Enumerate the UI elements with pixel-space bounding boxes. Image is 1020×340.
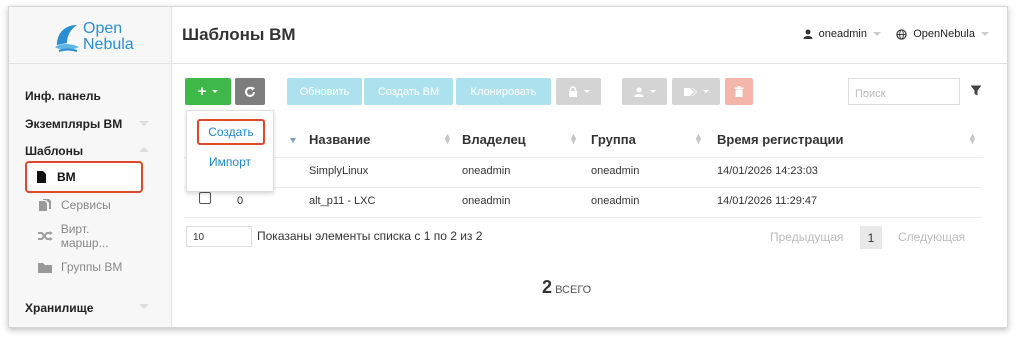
chevron-down-icon[interactable] [139, 304, 149, 309]
row-checkbox[interactable] [199, 192, 211, 204]
showing-entries-text: Показаны элементы списка с 1 по 2 из 2 [257, 229, 483, 243]
sidebar-item-vms[interactable]: Экземпляры ВМ [25, 117, 122, 131]
total-label: ВСЕГО [555, 284, 592, 296]
sidebar-item-virtual-routers[interactable]: Вирт. маршр... [31, 222, 139, 250]
user-icon [634, 87, 643, 97]
sort-icon[interactable]: ▲ ▼ [443, 132, 452, 146]
chevron-down-icon[interactable] [139, 121, 149, 126]
create-dropdown-menu: Создать Импорт [186, 110, 274, 192]
total-count: 2 ВСЕГО [542, 277, 591, 298]
template-name: alt_p11 - LXC [309, 195, 376, 207]
total-number: 2 [542, 277, 553, 297]
chevron-down-icon [583, 90, 590, 93]
sidebar-item-vm-groups[interactable]: Группы ВМ [31, 253, 139, 281]
globe-icon [896, 28, 907, 40]
chevron-up-icon[interactable] [139, 147, 149, 152]
template-group: oneadmin [591, 195, 640, 207]
files-icon [39, 199, 51, 211]
filter-icon[interactable] [970, 85, 982, 97]
folder-icon [38, 263, 52, 273]
import-menu-item[interactable]: Импорт [187, 155, 273, 169]
chevron-down-icon [212, 90, 219, 93]
user-menu[interactable]: oneadmin [803, 28, 881, 40]
chevron-down-icon [703, 90, 709, 93]
column-header-owner[interactable]: Владелец [462, 132, 526, 147]
clone-button[interactable]: Клонировать [456, 78, 551, 105]
update-button[interactable]: Обновить [287, 78, 362, 105]
delete-button[interactable] [725, 78, 753, 105]
lock-button[interactable] [556, 78, 601, 105]
sort-icon[interactable]: ▲ ▼ [968, 132, 977, 146]
user-icon [803, 29, 813, 39]
labels-button[interactable] [672, 78, 720, 105]
trash-icon [734, 86, 744, 97]
create-vm-button[interactable]: Создать ВМ [364, 78, 453, 105]
template-owner: oneadmin [462, 195, 511, 207]
template-registration-time: 14/01/2026 14:23:03 [717, 165, 818, 177]
column-header-registration-time[interactable]: Время регистрации [717, 132, 844, 147]
page-title: Шаблоны ВМ [182, 25, 296, 44]
template-id: 0 [237, 195, 244, 207]
column-header-group[interactable]: Группа [591, 132, 636, 147]
sidebar: Open Nebula Инф. панель Экземпляры ВМ Ша… [9, 7, 172, 327]
chevron-down-icon [981, 32, 989, 36]
logo-text: Open Nebula [83, 20, 134, 53]
app-window: Open Nebula Инф. панель Экземпляры ВМ Ша… [8, 6, 1008, 328]
logo-mark-icon [55, 25, 79, 52]
previous-page-button[interactable]: Предыдущая [770, 230, 843, 244]
template-registration-time: 14/01/2026 11:29:47 [717, 195, 818, 207]
sort-icon[interactable]: ▲ ▼ [569, 132, 578, 146]
page-number-button[interactable]: 1 [860, 226, 882, 249]
opennebula-logo[interactable]: Open Nebula [53, 21, 143, 57]
search-input[interactable]: Поиск [848, 78, 960, 105]
lock-icon [568, 86, 577, 97]
sort-icon[interactable]: ▲ ▼ [694, 132, 703, 146]
ownership-button[interactable] [622, 78, 667, 105]
sidebar-item-services[interactable]: Сервисы [31, 191, 139, 219]
file-icon [37, 171, 46, 183]
column-header-name[interactable]: Название [309, 132, 370, 147]
next-page-button[interactable]: Следующая [898, 230, 965, 244]
refresh-icon [245, 86, 255, 97]
sidebar-item-dashboard[interactable]: Инф. панель [25, 89, 101, 103]
sidebar-item-storage[interactable]: Хранилище [25, 301, 93, 315]
sidebar-item-vm-templates[interactable]: ВМ [25, 161, 143, 193]
create-menu-item[interactable]: Создать [197, 119, 265, 145]
chevron-down-icon [649, 90, 656, 93]
add-button[interactable]: + [185, 78, 231, 105]
template-owner: oneadmin [462, 165, 511, 177]
main-content: Шаблоны ВМ oneadmin OpenNebula + Обновит… [172, 7, 1007, 327]
tags-icon [684, 87, 697, 96]
chevron-down-icon [873, 32, 881, 36]
zone-menu[interactable]: OpenNebula [896, 28, 989, 40]
refresh-button[interactable] [235, 78, 265, 105]
sort-desc-icon[interactable] [290, 138, 296, 143]
shuffle-icon [37, 231, 53, 241]
template-group: oneadmin [591, 165, 640, 177]
page-size-select[interactable]: 10 [186, 226, 252, 247]
template-name: SimplyLinux [309, 165, 369, 177]
sidebar-item-templates[interactable]: Шаблоны [25, 144, 83, 158]
